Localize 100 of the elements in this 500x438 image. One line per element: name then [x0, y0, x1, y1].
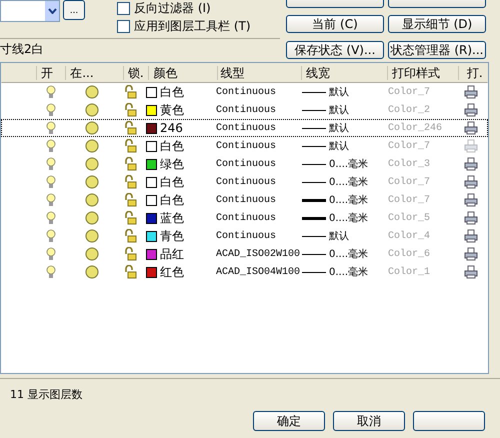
color-swatch[interactable]: [146, 230, 157, 242]
lightbulb-icon[interactable]: [46, 247, 56, 261]
color-swatch[interactable]: [146, 158, 157, 170]
open-padlock-icon[interactable]: [124, 229, 138, 243]
linetype-name[interactable]: Continuous: [214, 158, 302, 170]
dialog-button[interactable]: 确定: [253, 411, 325, 431]
open-padlock-icon[interactable]: [124, 265, 138, 279]
lightbulb-icon[interactable]: [46, 265, 56, 279]
layer-row[interactable]: 白色 Continuous 默认 Color_7: [1, 83, 488, 101]
sun-icon[interactable]: [85, 175, 99, 189]
linetype-name[interactable]: Continuous: [214, 86, 302, 98]
lightbulb-icon[interactable]: [46, 229, 56, 243]
layer-row[interactable]: 246 Continuous 默认 Color_246: [1, 119, 488, 137]
sun-icon[interactable]: [85, 211, 99, 225]
lineweight-value[interactable]: 默认: [329, 139, 349, 153]
lightbulb-icon[interactable]: [46, 211, 56, 225]
filter-dropdown[interactable]: [0, 0, 60, 22]
dialog-button[interactable]: 状态管理器 (R)...: [388, 40, 486, 59]
printer-icon[interactable]: [464, 121, 478, 135]
dialog-button[interactable]: 保存状态 (V)...: [286, 40, 384, 59]
sun-icon[interactable]: [85, 121, 99, 135]
lightbulb-icon[interactable]: [46, 193, 56, 207]
open-padlock-icon[interactable]: [124, 247, 138, 261]
layer-row[interactable]: 品红 ACAD_ISO02W100 0....毫米 Color_6: [1, 245, 488, 263]
lineweight-value[interactable]: 0....毫米: [329, 193, 368, 207]
layer-row[interactable]: 黄色 Continuous 默认 Color_2: [1, 101, 488, 119]
browse-button[interactable]: ...: [63, 0, 85, 20]
lineweight-value[interactable]: 0....毫米: [329, 247, 368, 261]
lineweight-value[interactable]: 默认: [329, 85, 349, 99]
lineweight-value[interactable]: 0....毫米: [329, 265, 368, 279]
sun-icon[interactable]: [85, 229, 99, 243]
checkbox-option[interactable]: 应用到图层工具栏 (T): [117, 19, 251, 34]
sun-icon[interactable]: [85, 157, 99, 171]
lightbulb-icon[interactable]: [46, 157, 56, 171]
layer-row[interactable]: 白色 Continuous 默认 Color_7: [1, 137, 488, 155]
printer-icon[interactable]: [464, 175, 478, 189]
layer-row[interactable]: 绿色 Continuous 0....毫米 Color_3: [1, 155, 488, 173]
linetype-name[interactable]: Continuous: [214, 122, 302, 134]
column-header[interactable]: 锁.: [122, 66, 148, 80]
printer-icon[interactable]: [464, 157, 478, 171]
lightbulb-icon[interactable]: [46, 121, 56, 135]
sun-icon[interactable]: [85, 247, 99, 261]
layer-row[interactable]: 青色 Continuous 默认 Color_4: [1, 227, 488, 245]
layer-row[interactable]: 白色 Continuous 0....毫米 Color_7: [1, 191, 488, 209]
color-swatch[interactable]: [146, 194, 157, 206]
lightbulb-icon[interactable]: [46, 139, 56, 153]
sun-icon[interactable]: [85, 103, 99, 117]
column-header[interactable]: 颜色: [148, 66, 218, 80]
color-swatch[interactable]: [146, 176, 157, 188]
color-swatch[interactable]: [146, 122, 157, 134]
open-padlock-icon[interactable]: [124, 121, 138, 135]
printer-icon[interactable]: [464, 265, 478, 279]
printer-icon[interactable]: [464, 193, 478, 207]
linetype-name[interactable]: Continuous: [214, 212, 302, 224]
printer-icon[interactable]: [464, 247, 478, 261]
column-header[interactable]: 线宽: [301, 66, 387, 80]
lineweight-value[interactable]: 默认: [329, 229, 349, 243]
lineweight-value[interactable]: 默认: [329, 121, 349, 135]
open-padlock-icon[interactable]: [124, 85, 138, 99]
open-padlock-icon[interactable]: [124, 193, 138, 207]
linetype-name[interactable]: Continuous: [214, 176, 302, 188]
linetype-name[interactable]: ACAD_ISO04W100: [214, 266, 302, 278]
printer-icon[interactable]: [464, 211, 478, 225]
dialog-button[interactable]: [413, 411, 485, 431]
open-padlock-icon[interactable]: [124, 103, 138, 117]
lineweight-value[interactable]: 0....毫米: [329, 157, 368, 171]
open-padlock-icon[interactable]: [124, 211, 138, 225]
sun-icon[interactable]: [85, 139, 99, 153]
checkbox-option[interactable]: 反向过滤器 (I): [117, 1, 251, 16]
lightbulb-icon[interactable]: [46, 175, 56, 189]
lightbulb-icon[interactable]: [46, 103, 56, 117]
column-header[interactable]: 开: [36, 66, 66, 80]
linetype-name[interactable]: Continuous: [214, 194, 302, 206]
color-swatch[interactable]: [146, 104, 157, 116]
dialog-button[interactable]: 显示细节 (D): [388, 15, 486, 34]
color-swatch[interactable]: [146, 248, 157, 260]
column-header[interactable]: 打印样式: [386, 66, 458, 80]
lineweight-value[interactable]: 默认: [329, 103, 349, 117]
linetype-name[interactable]: Continuous: [214, 140, 302, 152]
layer-row[interactable]: 红色 ACAD_ISO04W100 0....毫米 Color_1: [1, 263, 488, 281]
sun-icon[interactable]: [85, 85, 99, 99]
lineweight-value[interactable]: 0....毫米: [329, 211, 368, 225]
color-swatch[interactable]: [146, 266, 157, 278]
lightbulb-icon[interactable]: [46, 85, 56, 99]
column-header[interactable]: 线型: [217, 66, 302, 80]
printer-icon[interactable]: [464, 229, 478, 243]
color-swatch[interactable]: [146, 86, 157, 98]
layer-row[interactable]: 蓝色 Continuous 0....毫米 Color_5: [1, 209, 488, 227]
dialog-button[interactable]: 取消: [333, 411, 405, 431]
color-swatch[interactable]: [146, 140, 157, 152]
linetype-name[interactable]: Continuous: [214, 104, 302, 116]
open-padlock-icon[interactable]: [124, 175, 138, 189]
column-header[interactable]: 打.: [458, 66, 488, 80]
open-padlock-icon[interactable]: [124, 139, 138, 153]
column-header[interactable]: 在...: [65, 66, 123, 80]
sun-icon[interactable]: [85, 265, 99, 279]
color-swatch[interactable]: [146, 212, 157, 224]
layer-row[interactable]: 白色 Continuous 0....毫米 Color_7: [1, 173, 488, 191]
lineweight-value[interactable]: 0....毫米: [329, 175, 368, 189]
printer-icon[interactable]: [464, 103, 478, 117]
